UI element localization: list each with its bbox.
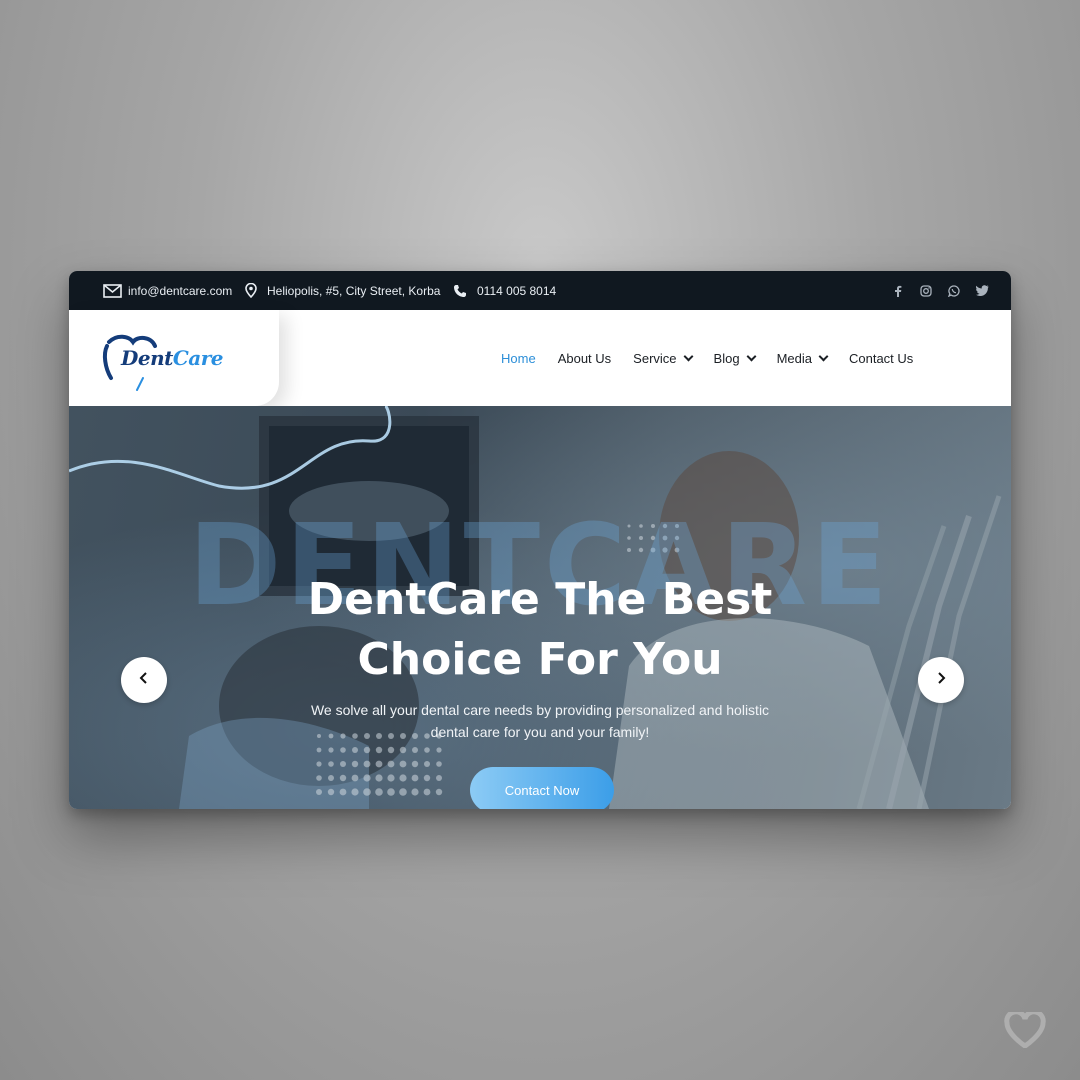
heart-icon: [1004, 1012, 1046, 1048]
hero-subtitle: We solve all your dental care needs by p…: [310, 702, 770, 740]
hero-title-line-1: DentCare The Best: [307, 574, 773, 625]
logo[interactable]: DentCare: [69, 310, 279, 406]
nav-label: Blog: [713, 350, 740, 366]
logo-wordmark: DentCare: [121, 346, 224, 370]
whatsapp-icon[interactable]: [947, 284, 961, 298]
slider-prev-button[interactable]: [121, 657, 167, 703]
twitter-icon[interactable]: [975, 284, 989, 298]
nav-label: About Us: [557, 350, 612, 366]
hero-title-line-2: Choice For You: [357, 634, 723, 685]
website-screenshot-frame: info@dentcare.com Heliopolis, #5, City S…: [69, 271, 1011, 809]
hero-slider: DENTCARE DentCare The Best Choice For Yo…: [69, 406, 1011, 809]
social-links: [891, 271, 989, 310]
logo-text-dent: Dent: [121, 346, 173, 370]
hero-title: DentCare The Best Choice For You: [69, 570, 1011, 690]
topbar-email[interactable]: info@dentcare.com: [103, 271, 232, 310]
instagram-icon[interactable]: [919, 284, 933, 298]
chevron-left-icon: [138, 671, 150, 690]
topbar-phone[interactable]: 0114 005 8014: [453, 271, 556, 310]
chevron-down-icon: [746, 351, 757, 361]
facebook-icon[interactable]: [891, 284, 905, 298]
nav-label: Home: [501, 350, 536, 366]
topbar-address: Heliopolis, #5, City Street, Korba: [245, 271, 440, 310]
chevron-down-icon: [818, 351, 829, 361]
nav-contact-us[interactable]: Contact Us: [849, 351, 913, 366]
nav-label: Contact Us: [848, 350, 914, 366]
top-info-bar: info@dentcare.com Heliopolis, #5, City S…: [69, 271, 1011, 310]
location-pin-icon: [245, 283, 257, 298]
nav-label: Service: [633, 350, 677, 366]
phone-text: 0114 005 8014: [477, 283, 557, 298]
nav-label: Media: [776, 350, 812, 366]
logo-text-care: Care: [172, 346, 224, 370]
main-nav: Home About Us Service Blog Media Contact…: [501, 310, 935, 406]
chevron-right-icon: [935, 671, 947, 690]
email-text: info@dentcare.com: [128, 283, 233, 298]
nav-about-us[interactable]: About Us: [558, 351, 611, 366]
mail-icon: [103, 283, 122, 298]
site-header: DentCare Home About Us Service Blog Medi…: [69, 310, 1011, 406]
phone-icon: [453, 284, 467, 298]
contact-now-button[interactable]: Contact Now: [470, 767, 614, 809]
nav-service[interactable]: Service: [633, 350, 693, 366]
nav-blog[interactable]: Blog: [713, 350, 757, 366]
nav-home[interactable]: Home: [501, 351, 536, 366]
chevron-down-icon: [683, 351, 693, 361]
slider-next-button[interactable]: [918, 657, 964, 703]
address-text: Heliopolis, #5, City Street, Korba: [267, 283, 441, 298]
nav-media[interactable]: Media: [776, 350, 829, 366]
